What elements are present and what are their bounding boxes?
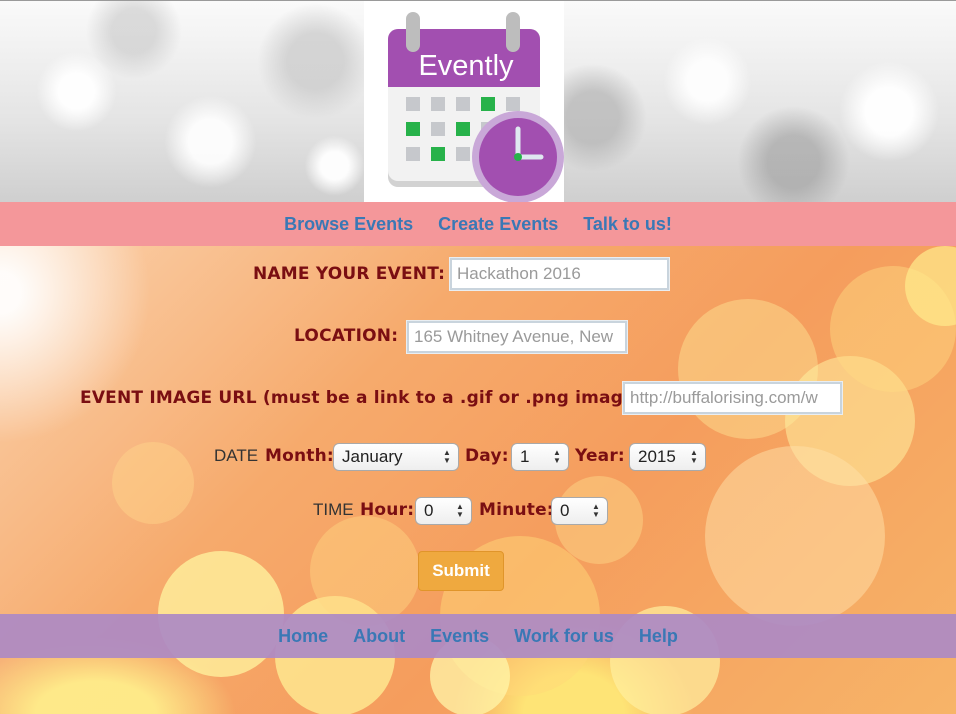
select-arrows-icon: ▲ ▼: [553, 448, 561, 465]
footer-about[interactable]: About: [353, 626, 405, 647]
header-banner: Evently: [0, 0, 956, 202]
time-prefix: TIME: [313, 500, 354, 519]
footer-events[interactable]: Events: [430, 626, 489, 647]
bokeh-circle: [705, 446, 885, 626]
footer-home[interactable]: Home: [278, 626, 328, 647]
event-image-url-input[interactable]: [622, 381, 843, 415]
minute-select[interactable]: 0 ▲ ▼: [551, 497, 608, 525]
hour-label: Hour:: [360, 500, 415, 520]
event-name-label: NAME YOUR EVENT:: [253, 264, 446, 284]
submit-button[interactable]: Submit: [418, 551, 504, 591]
nav-create-events[interactable]: Create Events: [438, 214, 558, 235]
footer-nav: Home About Events Work for us Help: [0, 614, 956, 658]
footer-work-for-us[interactable]: Work for us: [514, 626, 614, 647]
minute-label: Minute:: [479, 500, 554, 520]
select-arrows-icon: ▲ ▼: [443, 448, 451, 465]
logo-text: Evently: [418, 50, 514, 82]
day-select[interactable]: 1 ▲ ▼: [511, 443, 569, 471]
event-name-input[interactable]: [449, 257, 670, 291]
footer-help[interactable]: Help: [639, 626, 678, 647]
event-image-url-label: EVENT IMAGE URL (must be a link to a .gi…: [80, 388, 650, 408]
month-select[interactable]: January ▲ ▼: [333, 443, 459, 471]
select-arrows-icon: ▲ ▼: [456, 502, 464, 519]
hour-value: 0: [424, 501, 434, 520]
select-arrows-icon: ▲ ▼: [592, 502, 600, 519]
month-value: January: [342, 447, 403, 466]
day-label: Day:: [465, 446, 509, 466]
location-input[interactable]: [406, 320, 628, 354]
month-label: Month:: [265, 446, 334, 466]
day-value: 1: [520, 447, 530, 466]
bokeh-circle: [310, 516, 420, 626]
year-select[interactable]: 2015 ▲ ▼: [629, 443, 706, 471]
minute-value: 0: [560, 501, 570, 520]
select-arrows-icon: ▲ ▼: [690, 448, 698, 465]
year-label: Year:: [575, 446, 625, 466]
hour-select[interactable]: 0 ▲ ▼: [415, 497, 472, 525]
nav-talk-to-us[interactable]: Talk to us!: [583, 214, 672, 235]
year-value: 2015: [638, 447, 676, 466]
top-nav: Browse Events Create Events Talk to us!: [0, 202, 956, 246]
nav-browse-events[interactable]: Browse Events: [284, 214, 413, 235]
date-prefix: DATE: [214, 446, 259, 465]
location-label: LOCATION:: [294, 326, 399, 346]
evently-logo: Evently: [388, 12, 564, 202]
bokeh-circle: [112, 442, 194, 524]
